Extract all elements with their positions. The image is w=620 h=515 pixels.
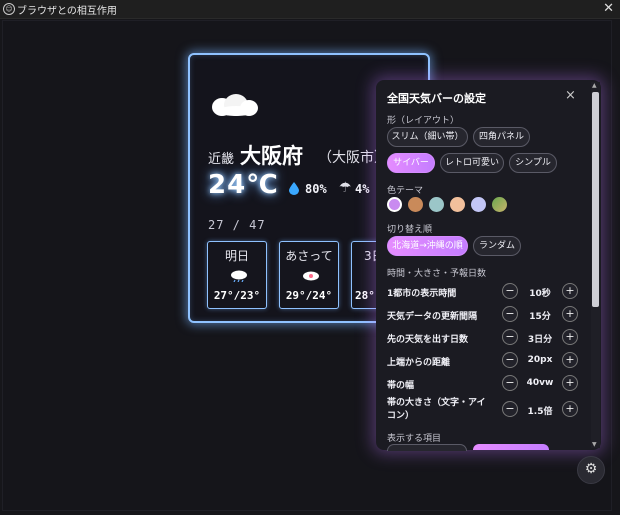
settings-close-button[interactable]: × [565, 88, 576, 103]
forecast-day-label: 明日 [224, 249, 249, 263]
humidity-drop-icon [289, 182, 299, 195]
color-swatch-purple[interactable] [387, 197, 402, 212]
style-retro-button[interactable]: レトロ可愛い [440, 153, 504, 173]
setting-row-label: 帯の大きさ（文字・アイコン） [387, 398, 486, 421]
cloudy-icon [212, 92, 258, 118]
rain-chance-value: 4% [355, 182, 370, 196]
settings-title: 全国天気バーの設定 [387, 92, 486, 105]
date-text: 27 / 47 [208, 218, 266, 232]
scroll-up-icon[interactable]: ▲ [592, 82, 597, 89]
color-theme-label: 色テーマ [387, 186, 424, 196]
current-temperature: 24℃ [208, 170, 279, 200]
setting-value: 15分 [529, 312, 551, 322]
style-simple-button[interactable]: シンプル [509, 153, 557, 173]
increment-button[interactable]: + [562, 401, 578, 417]
color-swatch-lavender[interactable] [471, 197, 486, 212]
color-swatch-peach[interactable] [450, 197, 465, 212]
display-item-pill-partial-active[interactable] [473, 444, 549, 450]
setting-value: 40vw [526, 378, 554, 388]
decrement-button[interactable]: − [502, 329, 518, 345]
order-north-south-button[interactable]: 北海道→沖縄の順 [387, 236, 468, 256]
settings-gear-icon[interactable]: ⚙ [577, 456, 605, 484]
forecast-day-label: あさって [285, 249, 333, 263]
umbrella-icon: ☂ [339, 180, 352, 196]
window-close-button[interactable]: ✕ [603, 0, 614, 18]
time-section-label: 時間・大きさ・予報日数 [387, 269, 487, 279]
forecast-card-day-after: あさって 29°/24° [279, 241, 339, 309]
shape-square-button[interactable]: 四角パネル [473, 127, 530, 147]
scroll-down-icon[interactable]: ▼ [592, 441, 597, 448]
display-items-label: 表示する項目 [387, 434, 442, 444]
app-icon: ☺ [3, 3, 15, 15]
setting-value: 1.5倍 [527, 407, 553, 417]
color-swatch-green[interactable] [492, 197, 507, 212]
increment-button[interactable]: + [562, 352, 578, 368]
order-random-button[interactable]: ランダム [473, 236, 521, 256]
order-section-label: 切り替え順 [387, 225, 433, 235]
color-swatch-teal[interactable] [429, 197, 444, 212]
title-bar: ☺ ブラウザとの相互作用 ✕ [0, 0, 620, 19]
shape-section-label: 形（レイアウト） [387, 116, 460, 126]
decrement-button[interactable]: − [502, 283, 518, 299]
setting-row-label: 先の天気を出す日数 [387, 335, 469, 345]
cloud-rain-icon [231, 270, 247, 282]
setting-row-label: 上端からの距離 [387, 358, 451, 368]
forecast-card-day3: 3日 28° [351, 241, 384, 309]
settings-scrollbar[interactable]: ▲ ▼ [591, 82, 600, 448]
setting-row-label: 帯の幅 [387, 381, 415, 391]
decrement-button[interactable]: − [502, 375, 518, 391]
forecast-card-tomorrow: 明日 27°/23° [207, 241, 267, 309]
increment-button[interactable]: + [562, 306, 578, 322]
setting-value: 3日分 [527, 335, 553, 345]
window-title: ブラウザとの相互作用 [17, 6, 117, 17]
style-cyber-button[interactable]: サイバー [387, 153, 435, 173]
humidity-value: 80% [305, 182, 327, 196]
setting-value: 10秒 [529, 289, 551, 299]
display-item-pill-partial[interactable] [387, 444, 467, 451]
region-label: 近畿 [208, 152, 235, 167]
cloud-sun-icon [303, 271, 319, 281]
scrollbar-thumb[interactable] [592, 92, 599, 307]
setting-row-label: 天気データの更新間隔 [387, 312, 478, 322]
forecast-temps: 27°/23° [213, 289, 261, 302]
increment-button[interactable]: + [562, 283, 578, 299]
color-swatch-brown[interactable] [408, 197, 423, 212]
forecast-temps: 29°/24° [285, 289, 333, 302]
increment-button[interactable]: + [562, 375, 578, 391]
shape-slim-button[interactable]: スリム（細い帯） [387, 127, 468, 147]
prefecture-name: 大阪府 [240, 144, 303, 168]
decrement-button[interactable]: − [502, 306, 518, 322]
setting-value: 20px [527, 355, 553, 365]
decrement-button[interactable]: − [502, 401, 518, 417]
decrement-button[interactable]: − [502, 352, 518, 368]
setting-row-label: 1都市の表示時間 [387, 289, 457, 299]
increment-button[interactable]: + [562, 329, 578, 345]
